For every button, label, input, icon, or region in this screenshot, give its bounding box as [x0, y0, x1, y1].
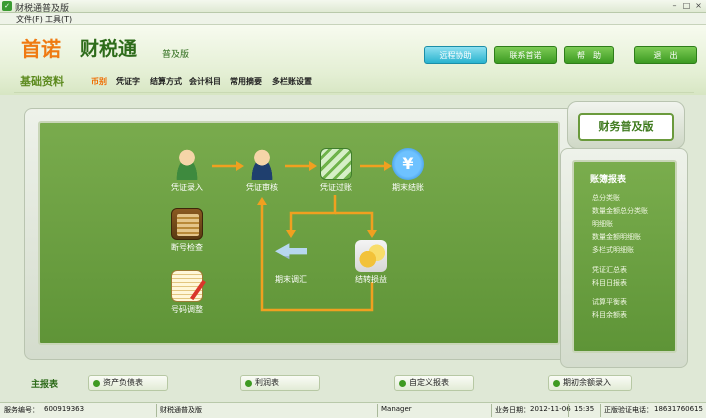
menu-file[interactable]: 文件(F): [16, 14, 43, 25]
main-reports-label: 主报表: [31, 380, 59, 390]
app-icon: ✓: [2, 1, 12, 11]
report-link[interactable]: 数量金额明细账: [592, 232, 641, 242]
voucher-entry-node[interactable]: 凭证录入: [165, 148, 209, 193]
report-link[interactable]: 数量金额总分类账: [592, 206, 648, 216]
balance-sheet-label: 资产负债表: [103, 378, 143, 387]
income-statement-button[interactable]: 利润表: [240, 375, 320, 391]
status-bar: 服务编号： 600919363 财税通普及版 Manager 业务日期： 201…: [0, 402, 706, 418]
brand-green: 财税通: [80, 38, 138, 60]
hotline-label: 正版验证电话：: [604, 406, 653, 414]
user-name: Manager: [381, 405, 412, 413]
status-divider: [568, 404, 569, 417]
profit-transfer-label: 结转损益: [355, 275, 387, 284]
gap-check-node[interactable]: 断号检查: [165, 208, 209, 253]
reports-panel-title: 账簿报表: [590, 175, 627, 185]
menu-tools[interactable]: 工具(T): [45, 14, 72, 25]
yen-icon: ¥: [392, 148, 424, 180]
voucher-posting-label: 凭证过账: [320, 183, 352, 192]
voucher-posting-node[interactable]: 凭证过账: [314, 148, 358, 193]
notepad-icon: [171, 270, 203, 302]
money-icon: [320, 148, 352, 180]
coins-icon: [355, 240, 387, 272]
report-link[interactable]: 明细账: [592, 219, 613, 229]
bullet-icon: [245, 380, 252, 387]
header: 首诺 财税通 普及版 远程协助 联系首诺 帮 助 退 出 基础资料 币别 凭证字…: [0, 25, 706, 95]
profit-transfer-node[interactable]: 结转损益: [349, 240, 393, 285]
edition-badge: 财务普及版: [578, 113, 674, 141]
voucher-entry-label: 凭证录入: [171, 183, 203, 192]
biz-date: 2012-11-06: [530, 405, 571, 413]
opening-balance-label: 期初余额录入: [563, 378, 611, 387]
number-adjust-label: 号码调整: [171, 305, 203, 314]
title-bar: ✓ 财税通普及版 – □ ×: [0, 0, 706, 14]
user-icon: [171, 148, 203, 180]
status-divider: [600, 404, 601, 417]
opening-balance-button[interactable]: 期初余额录入: [548, 375, 632, 391]
header-divider: [14, 92, 694, 93]
section-title: 基础资料: [20, 75, 64, 88]
report-link[interactable]: 试算平衡表: [592, 297, 627, 307]
report-link[interactable]: 科目余额表: [592, 310, 627, 320]
biz-date-label: 业务日期：: [495, 406, 530, 414]
bullet-icon: [93, 380, 100, 387]
service-no: 600919363: [44, 405, 85, 413]
report-link[interactable]: 多栏式明细账: [592, 245, 634, 255]
minimize-icon[interactable]: –: [669, 1, 680, 11]
reports-panel: [572, 160, 677, 353]
voucher-review-node[interactable]: 凭证审核: [240, 148, 284, 193]
exit-button[interactable]: 退 出: [634, 46, 697, 64]
subnav-summary[interactable]: 常用摘要: [230, 76, 262, 87]
custom-report-label: 自定义报表: [409, 378, 449, 387]
bullet-icon: [399, 380, 406, 387]
exchange-adjust-node[interactable]: 期末调汇: [269, 240, 313, 285]
custom-report-button[interactable]: 自定义报表: [394, 375, 474, 391]
balance-sheet-button[interactable]: 资产负债表: [88, 375, 168, 391]
exchange-arrows-icon: [275, 243, 307, 260]
bullet-icon: [553, 380, 560, 387]
status-divider: [377, 404, 378, 417]
workflow-panel: [38, 121, 560, 345]
close-icon[interactable]: ×: [693, 1, 704, 11]
clock-time: 15:35: [574, 405, 595, 413]
maximize-icon[interactable]: □: [681, 1, 692, 11]
service-no-label: 服务编号：: [4, 406, 39, 414]
subnav-voucher-type[interactable]: 凭证字: [116, 76, 140, 87]
menu-bar: 文件(F) 工具(T): [0, 13, 706, 25]
subnav-accounts[interactable]: 会计科目: [189, 76, 221, 87]
number-adjust-node[interactable]: 号码调整: [165, 270, 209, 315]
period-closing-label: 期末结账: [392, 183, 424, 192]
subnav-currency[interactable]: 币别: [91, 76, 107, 87]
edition-label: 普及版: [162, 50, 190, 60]
status-divider: [491, 404, 492, 417]
brand-orange: 首诺: [21, 37, 61, 61]
subnav-settlement[interactable]: 结算方式: [150, 76, 182, 87]
status-divider: [156, 404, 157, 417]
help-button[interactable]: 帮 助: [564, 46, 614, 64]
period-closing-node[interactable]: ¥ 期末结账: [386, 148, 430, 193]
report-link[interactable]: 总分类账: [592, 193, 620, 203]
report-link[interactable]: 科目日报表: [592, 278, 627, 288]
subnav-multicolumn[interactable]: 多栏账设置: [272, 76, 312, 87]
remote-assist-button[interactable]: 远程协助: [424, 46, 487, 64]
product-name: 财税通普及版: [160, 406, 202, 414]
report-link[interactable]: 凭证汇总表: [592, 265, 627, 275]
contact-button[interactable]: 联系首诺: [494, 46, 557, 64]
income-statement-label: 利润表: [255, 378, 279, 387]
voucher-review-label: 凭证审核: [246, 183, 278, 192]
ledger-book-icon: [171, 208, 203, 240]
exchange-adjust-label: 期末调汇: [275, 275, 307, 284]
hotline: 18631760615: [654, 405, 703, 413]
gap-check-label: 断号检查: [171, 243, 203, 252]
manager-icon: [246, 148, 278, 180]
